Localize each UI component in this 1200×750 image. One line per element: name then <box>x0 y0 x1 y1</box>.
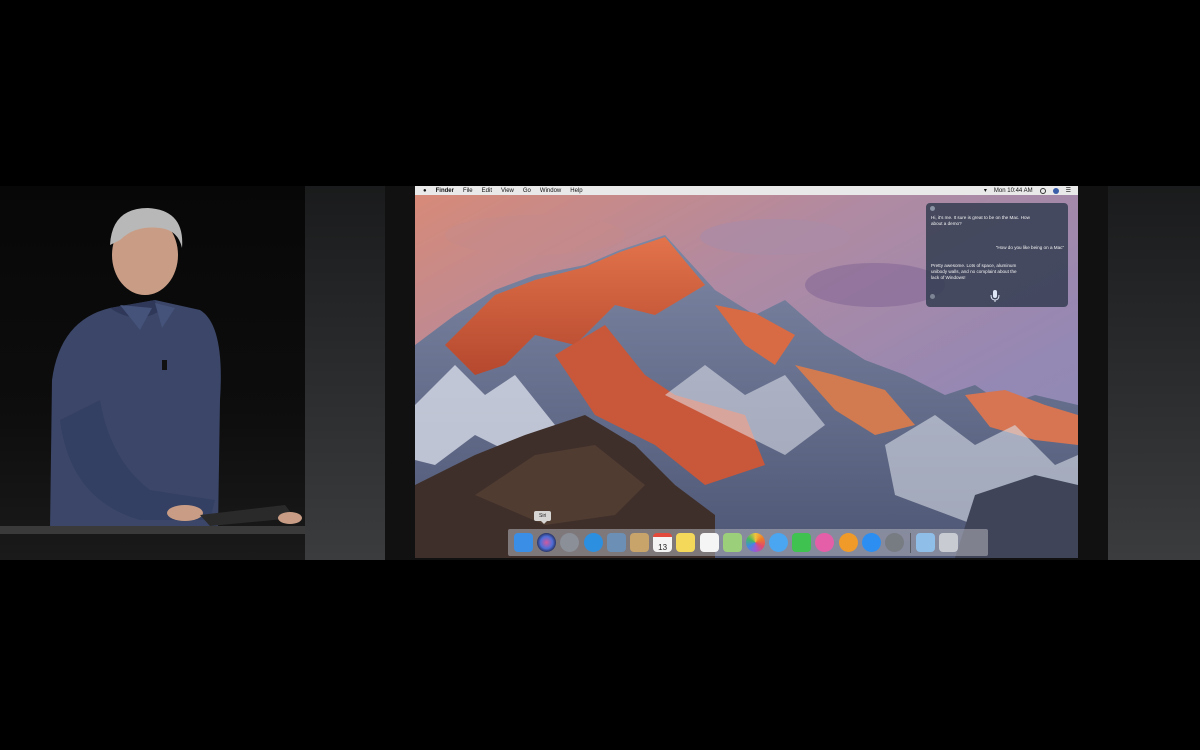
dock-apps: 13 <box>514 533 908 552</box>
maps-icon[interactable] <box>722 533 742 552</box>
presenter-image <box>50 208 302 530</box>
siri-panel: Hi, it's me. It sure is great to be on t… <box>926 203 1068 307</box>
itunes-icon[interactable] <box>815 533 835 552</box>
calendar-icon[interactable]: 13 <box>653 533 673 552</box>
photos-icon[interactable] <box>745 533 765 552</box>
menu-bar: ● Finder File Edit View Go Window Help ▾… <box>415 186 1078 195</box>
mail-icon[interactable] <box>606 533 626 552</box>
stage-pillar-left <box>305 186 385 560</box>
menu-file[interactable]: File <box>463 188 473 194</box>
siri-response: Pretty awesome. Lots of space, aluminum … <box>931 263 1017 280</box>
messages-icon[interactable] <box>769 533 789 552</box>
siri-menu-icon[interactable] <box>1052 187 1059 194</box>
spotlight-icon[interactable] <box>1039 187 1046 194</box>
reminders-icon[interactable] <box>699 533 719 552</box>
close-icon[interactable] <box>930 206 935 211</box>
safari-icon[interactable] <box>583 533 603 552</box>
microphone-icon[interactable] <box>988 289 1002 303</box>
presenter-desk <box>0 526 305 534</box>
calendar-day: 13 <box>658 543 668 552</box>
contacts-icon[interactable] <box>629 533 649 552</box>
dock-tooltip: Siri <box>534 511 552 524</box>
menu-clock[interactable]: Mon 10:44 AM <box>994 188 1033 194</box>
siri-greeting: Hi, it's me. It sure is great to be on t… <box>931 215 1030 226</box>
siri-icon[interactable] <box>537 533 557 552</box>
notes-icon[interactable] <box>676 533 696 552</box>
menu-view[interactable]: View <box>501 188 514 194</box>
menu-edit[interactable]: Edit <box>482 188 492 194</box>
menu-help[interactable]: Help <box>570 188 582 194</box>
dock-separator <box>910 532 912 553</box>
system-preferences-icon[interactable] <box>885 533 904 552</box>
siri-user-query: “How do you like being on a Mac” <box>995 245 1064 250</box>
info-icon[interactable] <box>930 294 935 299</box>
stage-pillar-right <box>1108 186 1200 560</box>
facetime-icon[interactable] <box>792 533 812 552</box>
preview-icon[interactable] <box>916 533 936 552</box>
app-store-icon[interactable] <box>861 533 881 552</box>
launchpad-icon[interactable] <box>560 533 580 552</box>
notification-center-icon[interactable]: ☰ <box>1066 187 1071 194</box>
apple-icon[interactable]: ● <box>423 188 427 194</box>
trash-icon[interactable] <box>939 533 959 552</box>
ibooks-icon[interactable] <box>838 533 858 552</box>
menu-window[interactable]: Window <box>540 188 561 194</box>
menu-app-name[interactable]: Finder <box>436 188 454 194</box>
menu-go[interactable]: Go <box>523 188 531 194</box>
dock: 13 <box>508 529 988 556</box>
wifi-icon[interactable]: ▾ <box>984 187 987 194</box>
mac-screen: ● Finder File Edit View Go Window Help ▾… <box>415 186 1078 558</box>
dock-right-items <box>916 533 962 552</box>
finder-icon[interactable] <box>514 533 533 552</box>
